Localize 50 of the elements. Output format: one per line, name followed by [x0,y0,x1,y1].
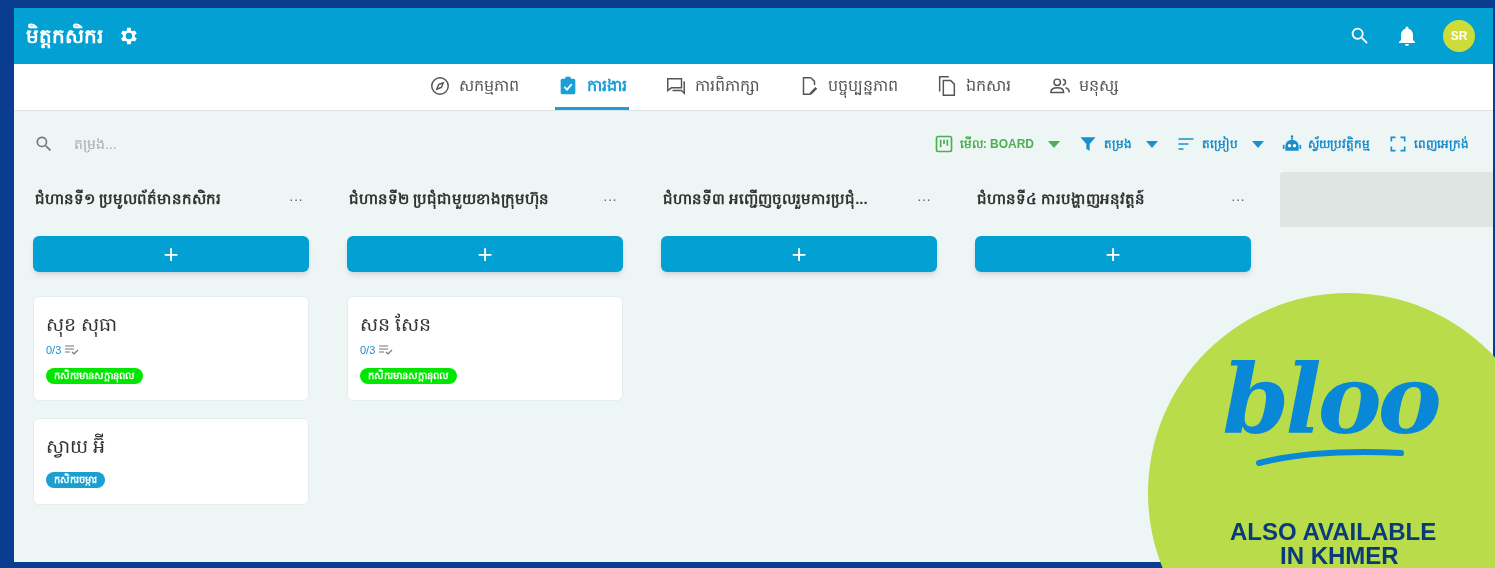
caret-icon [1252,140,1264,148]
bloo-logo: bloo [1222,345,1438,467]
promo-text: IN KHMER [1280,545,1399,567]
filter-search-field[interactable]: តម្រង... [74,133,274,155]
label-tag: កសិករមានសក្តានុពល [46,368,143,384]
column-menu-button[interactable]: ··· [599,188,621,210]
compass-icon [428,74,451,97]
column-menu-button[interactable]: ··· [285,188,307,210]
column-title: ជំហានទី៣ អញ្ជើញចូលរួមការប្រជុំ... [663,188,868,211]
robot-icon [1282,134,1302,154]
checklist-progress: 0/3 [360,342,376,358]
checklist-progress: 0/3 [46,342,62,358]
promo-text: ALSO AVAILABLE [1230,521,1437,543]
app-title: មិត្តកសិករ [26,22,103,51]
nav-tab[interactable]: មនុស្ស [1046,64,1121,110]
toolbar-button[interactable]: ស្វ័យប្រវត្តិកម្ម [1282,134,1370,154]
label-tag: កសិករមានសក្តានុពល [360,368,457,384]
board-icon [933,134,954,154]
column-menu-button[interactable]: ··· [1227,188,1249,210]
nav-tab[interactable]: ការងារ [554,64,629,110]
add-card-button[interactable]: + [975,236,1251,272]
caret-icon [1146,140,1158,148]
search-icon[interactable] [1349,25,1371,47]
toolbar-button[interactable]: ពេញអេក្រង់ [1388,134,1469,154]
label-tag: កសិករចម្ការ [46,471,105,488]
nav-tab[interactable]: ឯកសារ [933,64,1013,110]
column-title: ជំហានទី៤ ការបង្ហាញអនុវត្តន៍ [977,188,1146,211]
caret-icon [1048,140,1060,148]
column-title: ជំហានទី២ ប្រជុំជាមួយខាងក្រុមហ៊ុន [349,188,550,211]
add-card-button[interactable]: + [347,236,623,272]
nav-tab[interactable]: ការពិភាក្សា [662,64,762,110]
filter-icon [1078,134,1098,154]
add-card-button[interactable]: + [33,236,309,272]
card-title: ស្វាយ អ៊ី [46,433,106,462]
nav-tab[interactable]: បច្ចុប្បន្នភាព [795,64,900,110]
toolbar-button[interactable]: តម្រង [1078,134,1158,154]
add-card-button[interactable]: + [661,236,937,272]
search-icon [34,134,54,154]
task-card[interactable]: សន សែន 0/3 កសិករមានសក្តានុពល [347,296,623,401]
fullscreen-icon [1388,134,1408,154]
toolbar-button[interactable]: តម្រៀប [1176,134,1264,154]
card-title: សុខ សុធា [46,313,118,339]
column-menu-button[interactable]: ··· [913,188,935,210]
checklist-icon [379,344,394,355]
column-title: ជំហានទី១ ប្រមូលព័ត៌មានកសិករ [35,188,222,211]
nav-tab[interactable]: សកម្មភាព [426,64,521,110]
task-card[interactable]: ស្វាយ អ៊ី កសិករចម្ការ [33,418,309,505]
task-card[interactable]: សុខ សុធា 0/3 កសិករមានសក្តានុពល [33,296,309,401]
checklist-icon [65,344,80,355]
card-title: សន សែន [360,312,432,337]
